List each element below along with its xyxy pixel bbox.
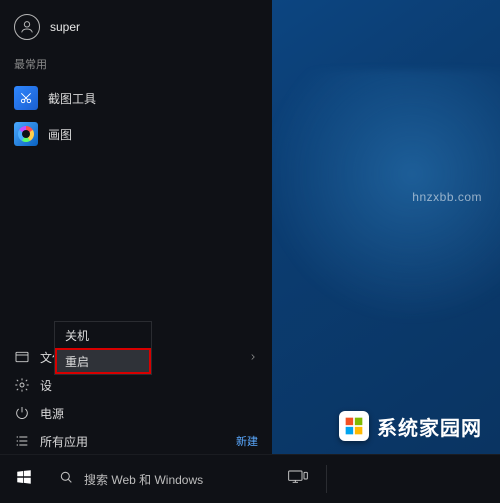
spacer xyxy=(0,152,272,343)
taskbar: 搜索 Web 和 Windows xyxy=(0,455,500,503)
user-account-button[interactable]: super xyxy=(0,0,272,50)
list-icon xyxy=(14,433,30,449)
search-placeholder-text: 搜索 Web 和 Windows xyxy=(84,471,203,488)
nav-label: 所有应用 xyxy=(40,433,88,450)
app-paint[interactable]: 画图 xyxy=(0,116,272,152)
taskbar-search[interactable]: 搜索 Web 和 Windows xyxy=(48,455,274,503)
search-icon xyxy=(58,469,74,490)
nav-badge: 新建 xyxy=(236,433,258,449)
task-view-icon xyxy=(287,469,309,490)
brand-logo-badge xyxy=(339,411,369,441)
taskbar-divider xyxy=(326,465,327,493)
brand-logo-label: 系统家园网 xyxy=(377,412,482,441)
nav-label: 电源 xyxy=(40,405,64,422)
nav-settings[interactable]: 设 xyxy=(0,371,272,399)
task-view-button[interactable] xyxy=(274,455,322,503)
power-submenu-restart[interactable]: 重启 xyxy=(55,348,151,374)
scissors-icon xyxy=(14,86,38,110)
power-submenu: 关机 重启 xyxy=(55,322,151,374)
start-button[interactable] xyxy=(0,455,48,503)
brand-logo: 系统家园网 xyxy=(339,411,482,441)
palette-icon xyxy=(14,122,38,146)
user-name-label: super xyxy=(50,20,80,34)
user-icon xyxy=(14,14,40,40)
power-submenu-shutdown[interactable]: 关机 xyxy=(55,322,151,348)
windows-logo-icon xyxy=(15,468,33,491)
section-most-used-label: 最常用 xyxy=(0,50,272,80)
power-icon xyxy=(14,405,30,421)
nav-label: 设 xyxy=(40,377,52,394)
app-snipping-tool[interactable]: 截图工具 xyxy=(0,80,272,116)
desktop: hnzxbb.com super 最常用 截图工具 画图 关机 重启 xyxy=(0,0,500,503)
app-label: 截图工具 xyxy=(48,90,96,107)
nav-power[interactable]: 电源 xyxy=(0,399,272,427)
app-label: 画图 xyxy=(48,126,72,143)
nav-all-apps[interactable]: 所有应用 新建 xyxy=(0,427,272,455)
bottom-nav: 关机 重启 文件 设 xyxy=(0,343,272,455)
start-menu: super 最常用 截图工具 画图 关机 重启 xyxy=(0,0,272,455)
chevron-right-icon xyxy=(248,352,258,362)
file-explorer-icon xyxy=(14,349,30,365)
gear-icon xyxy=(14,377,30,393)
